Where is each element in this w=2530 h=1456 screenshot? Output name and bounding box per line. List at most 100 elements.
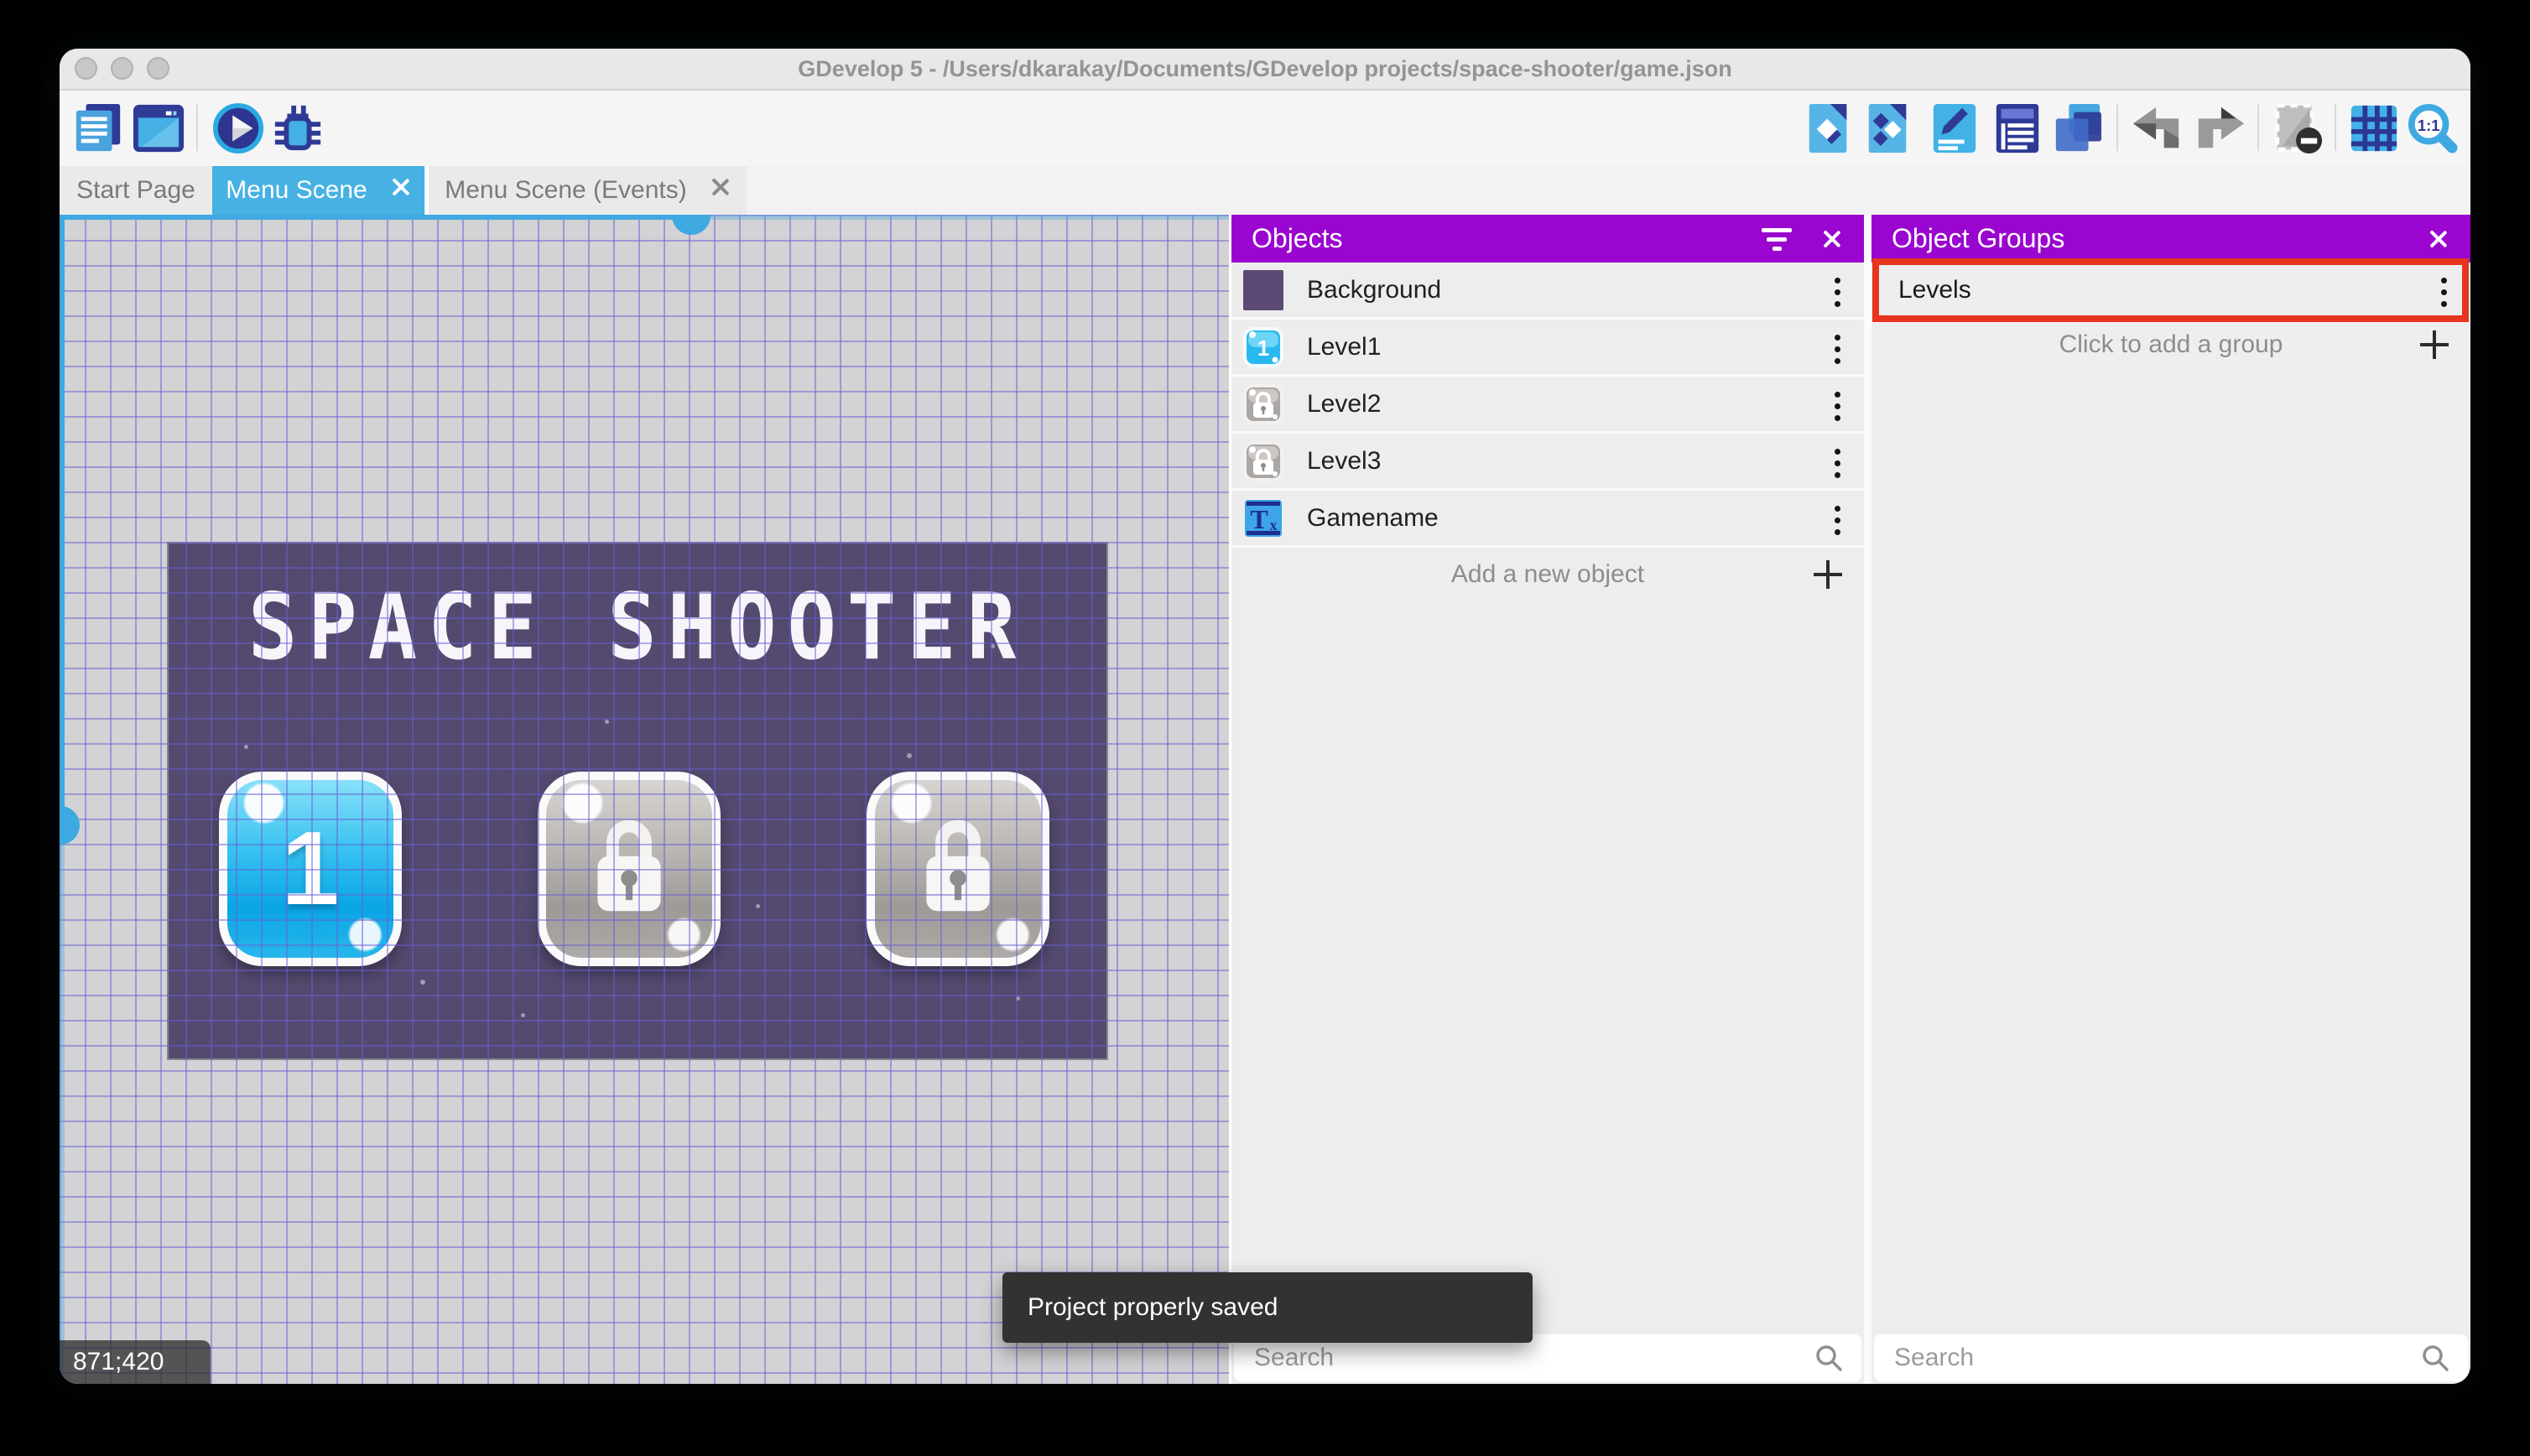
project-manager-icon[interactable] <box>73 102 125 154</box>
tab-label: Menu Scene (Events) <box>445 176 687 204</box>
kebab-menu-icon[interactable] <box>1835 449 1840 478</box>
lock-icon <box>917 815 999 923</box>
close-tab-icon[interactable] <box>389 176 411 198</box>
redo-icon[interactable] <box>2194 102 2246 154</box>
close-panel-icon[interactable] <box>2427 228 2449 250</box>
panel-divider <box>1864 215 1871 1384</box>
group-name: Levels <box>1898 276 1971 304</box>
save-toast: Project properly saved <box>1002 1272 1533 1343</box>
instances-list-icon[interactable] <box>1991 102 2043 154</box>
debug-icon[interactable] <box>272 102 324 154</box>
object-row-level1[interactable]: 1 Level1 <box>1231 320 1864 377</box>
add-group-button[interactable]: Click to add a group <box>1871 318 2470 372</box>
level1-number: 1 <box>281 811 340 927</box>
groups-search-bar <box>1874 1334 2468 1381</box>
instances-icon[interactable] <box>1862 102 1914 154</box>
tab-start-page[interactable]: Start Page <box>60 166 212 215</box>
close-panel-icon[interactable] <box>1820 228 1842 250</box>
vertical-scrollbar-thumb[interactable] <box>60 806 80 845</box>
cursor-coordinates: 871;420 <box>60 1340 211 1384</box>
scene-preview: SPACE SHOOTER 1 <box>169 543 1106 1058</box>
add-group-label: Click to add a group <box>2059 330 2283 358</box>
add-object-label: Add a new object <box>1450 560 1645 588</box>
toolbar-separator <box>2257 104 2259 151</box>
vertical-scrollbar[interactable] <box>60 845 65 1384</box>
level1-thumbnail: 1 <box>1243 326 1283 367</box>
level3-button-object[interactable] <box>867 772 1049 966</box>
locked-level-thumbnail <box>1243 440 1283 481</box>
search-icon <box>2423 1345 2449 1371</box>
text-object-thumbnail: Tx <box>1243 498 1283 538</box>
filter-icon[interactable] <box>1762 228 1792 251</box>
objects-panel-title: Objects <box>1252 223 1343 253</box>
add-new-object-button[interactable]: Add a new object <box>1231 548 1864 601</box>
object-groups-panel-header: Object Groups <box>1871 215 2470 263</box>
titlebar: GDevelop 5 - /Users/dkarakay/Documents/G… <box>60 49 2470 91</box>
toolbar-separator <box>2116 104 2118 151</box>
tab-bar: Start Page Menu Scene Menu Scene (Events… <box>60 166 2470 215</box>
minimize-window-button[interactable] <box>111 57 133 80</box>
svg-text:T: T <box>1250 504 1268 534</box>
scene-window-icon[interactable] <box>133 102 185 154</box>
undo-icon[interactable] <box>2132 102 2184 154</box>
lock-icon <box>588 815 670 923</box>
kebab-menu-icon[interactable] <box>1835 278 1840 307</box>
vertical-scrollbar[interactable] <box>60 215 65 808</box>
level2-button-object[interactable] <box>538 772 721 966</box>
toolbar-separator <box>196 104 198 151</box>
object-name: Level2 <box>1307 389 1382 418</box>
object-row-level3[interactable]: Level3 <box>1231 434 1864 491</box>
locked-level-thumbnail <box>1243 383 1283 424</box>
horizontal-scrollbar[interactable] <box>60 215 680 220</box>
scene-editor-canvas[interactable]: SPACE SHOOTER 1 871;420 <box>60 215 1229 1384</box>
object-name: Level1 <box>1307 332 1382 361</box>
object-groups-panel: Object Groups Levels Click to add a grou… <box>1871 215 2470 1384</box>
layers-icon[interactable] <box>2051 102 2103 154</box>
groups-search-input[interactable] <box>1874 1343 2421 1373</box>
close-tab-icon[interactable] <box>709 176 731 198</box>
object-name: Level3 <box>1307 446 1382 475</box>
object-row-background[interactable]: Background <box>1231 263 1864 320</box>
object-name: Gamename <box>1307 503 1439 532</box>
kebab-menu-icon[interactable] <box>2441 278 2447 307</box>
object-name: Background <box>1307 275 1442 304</box>
horizontal-scrollbar[interactable] <box>680 215 1229 220</box>
plus-icon <box>1814 560 1842 589</box>
toast-message: Project properly saved <box>1028 1293 1278 1321</box>
close-window-button[interactable] <box>75 57 97 80</box>
edit-properties-icon[interactable] <box>1929 102 1981 154</box>
objects-panel-header: Objects <box>1231 215 1864 263</box>
maximize-window-button[interactable] <box>147 57 169 80</box>
kebab-menu-icon[interactable] <box>1835 506 1840 535</box>
kebab-menu-icon[interactable] <box>1835 392 1840 421</box>
objects-search-input[interactable] <box>1234 1343 1814 1373</box>
level1-button-object[interactable]: 1 <box>219 772 402 966</box>
tab-menu-scene-events[interactable]: Menu Scene (Events) <box>426 166 747 215</box>
scene-game-title: SPACE SHOOTER <box>247 574 1028 680</box>
object-row-gamename[interactable]: Tx Gamename <box>1231 491 1864 548</box>
background-thumbnail <box>1243 269 1283 310</box>
svg-text:x: x <box>1270 517 1278 533</box>
tab-label: Menu Scene <box>226 176 367 204</box>
toolbar: 1:1 <box>60 91 2470 166</box>
grid-icon[interactable] <box>2348 102 2400 154</box>
zoom-1-1-icon[interactable]: 1:1 <box>2407 102 2459 154</box>
horizontal-scrollbar-thumb[interactable] <box>672 215 711 235</box>
svg-text:1: 1 <box>1257 335 1269 361</box>
object-row-level2[interactable]: Level2 <box>1231 377 1864 434</box>
gdevelop-window: GDevelop 5 - /Users/dkarakay/Documents/G… <box>60 49 2470 1384</box>
search-icon <box>1816 1345 1842 1371</box>
tab-menu-scene[interactable]: Menu Scene <box>212 166 424 215</box>
window-title: GDevelop 5 - /Users/dkarakay/Documents/G… <box>798 56 1732 81</box>
tab-label: Start Page <box>76 176 195 204</box>
plus-icon <box>2420 330 2449 359</box>
kebab-menu-icon[interactable] <box>1835 335 1840 364</box>
object-groups-panel-title: Object Groups <box>1892 223 2065 253</box>
add-object-icon[interactable] <box>1803 102 1855 154</box>
objects-panel: Objects Background 1 Level1 Level2 Level… <box>1229 215 1864 1384</box>
svg-text:1:1: 1:1 <box>2418 117 2440 134</box>
mask-preview-icon[interactable] <box>2272 102 2324 154</box>
play-icon[interactable] <box>212 102 264 154</box>
toolbar-separator <box>2335 104 2336 151</box>
group-row-levels[interactable]: Levels <box>1871 263 2470 318</box>
